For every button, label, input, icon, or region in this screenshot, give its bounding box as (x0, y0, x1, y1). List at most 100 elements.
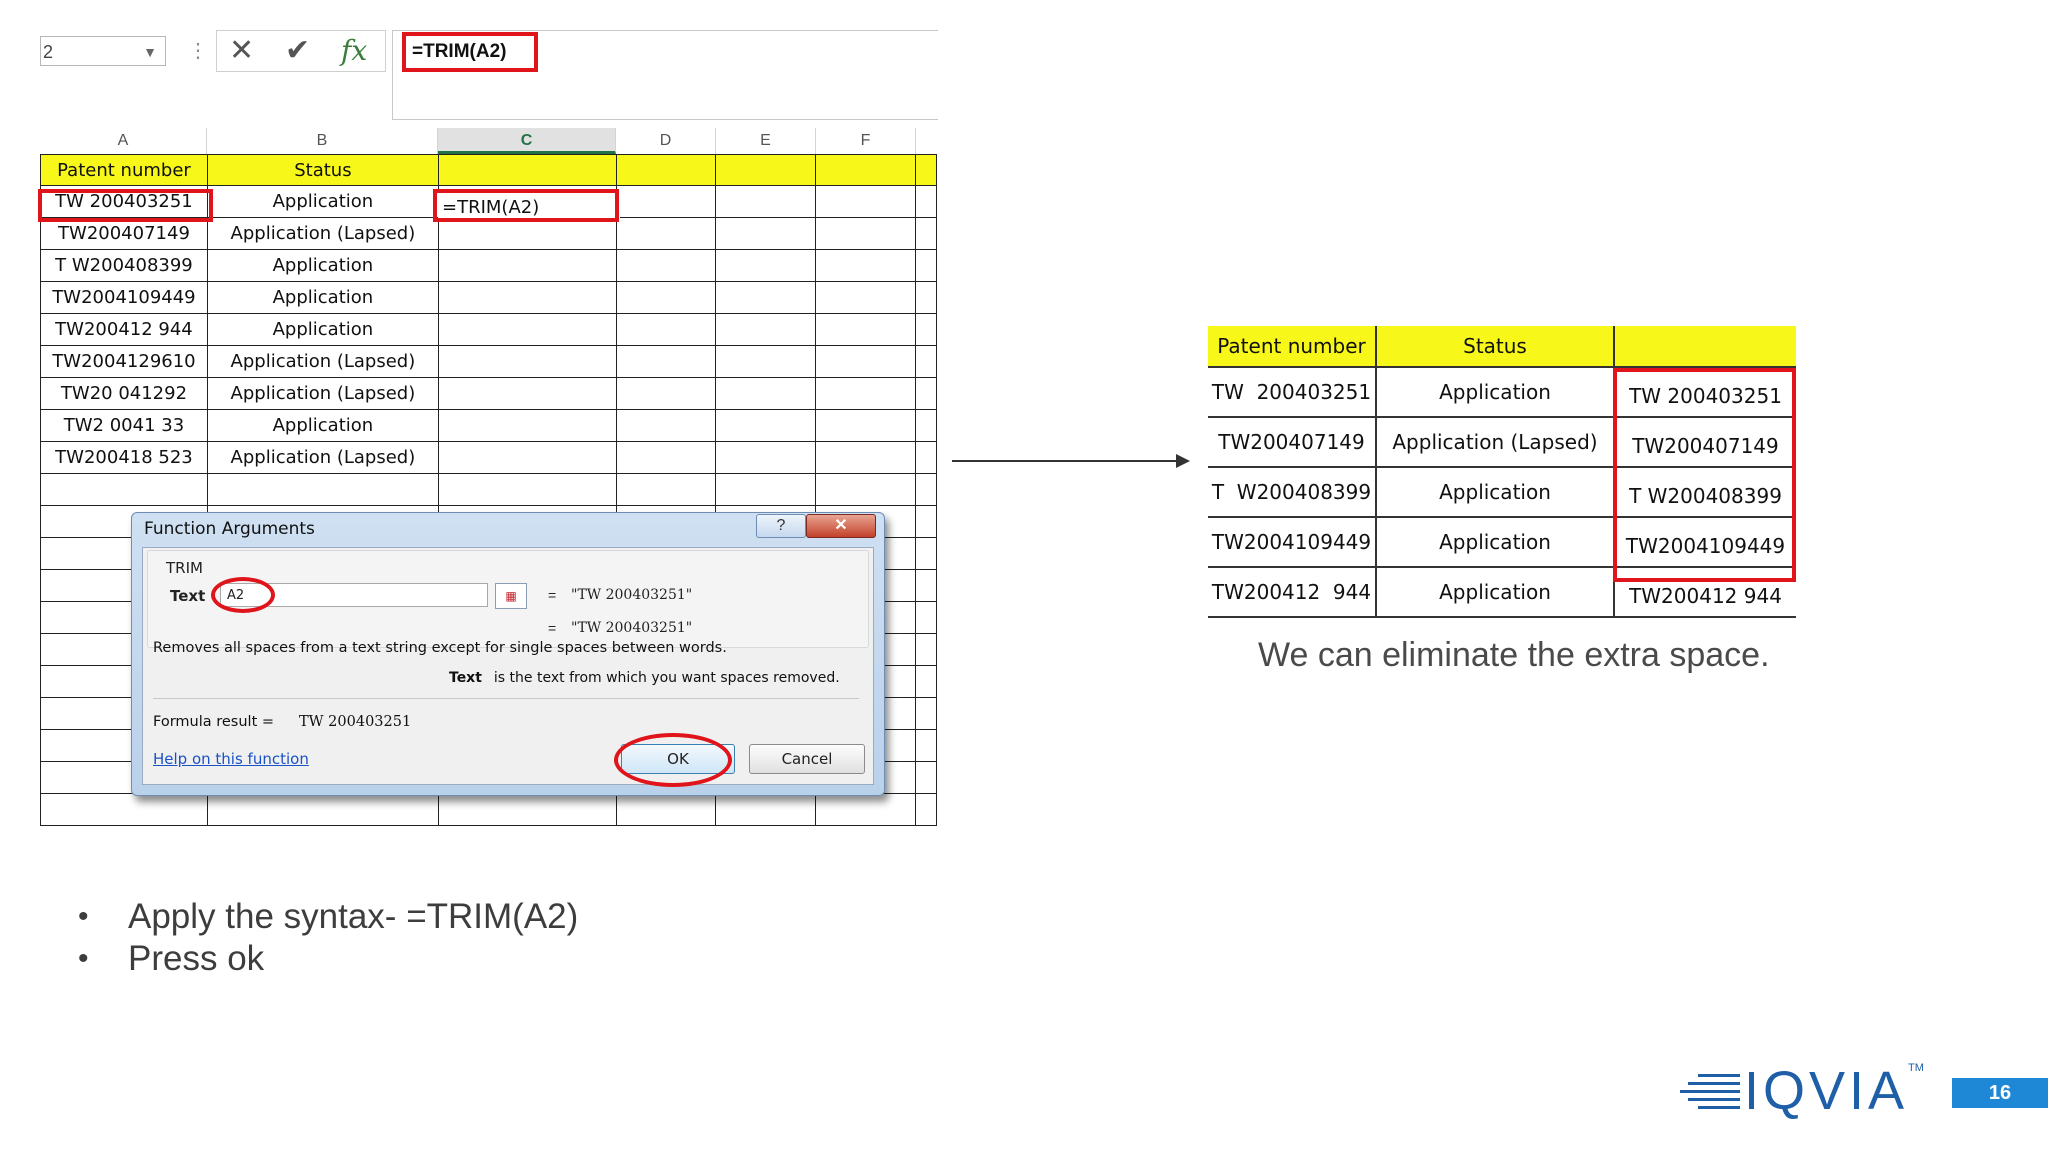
ok-button[interactable]: OK (621, 744, 735, 774)
cell[interactable] (914, 665, 938, 698)
column-header-a[interactable]: A (40, 128, 207, 154)
check-icon[interactable]: ✔ (285, 35, 310, 67)
cell[interactable] (715, 281, 817, 314)
cell[interactable] (914, 313, 938, 346)
patent-cell[interactable]: TW200407149 (40, 217, 208, 250)
cell[interactable] (815, 409, 916, 442)
cell[interactable] (715, 409, 817, 442)
cell[interactable] (437, 154, 617, 186)
status-cell[interactable]: Application (206, 409, 439, 442)
status-cell[interactable]: Application (Lapsed) (206, 441, 439, 474)
chevron-down-icon[interactable]: ▼ (143, 37, 157, 67)
fx-icon[interactable]: fx (341, 35, 367, 67)
status-cell[interactable]: Application (Lapsed) (206, 217, 439, 250)
cell[interactable] (615, 313, 717, 346)
patent-cell[interactable]: TW2 0041 33 (40, 409, 208, 442)
cell[interactable] (437, 281, 617, 314)
column-header-e[interactable]: E (716, 128, 816, 154)
cell[interactable] (437, 377, 617, 410)
cell[interactable] (815, 154, 916, 186)
cancel-button[interactable]: Cancel (749, 744, 865, 774)
cell[interactable] (715, 377, 817, 410)
cell[interactable] (615, 154, 717, 186)
cell[interactable] (615, 409, 717, 442)
cell[interactable] (615, 793, 717, 826)
patent-cell[interactable]: TW200412 944 (40, 313, 208, 346)
cell[interactable] (615, 441, 717, 474)
cell[interactable] (914, 793, 938, 826)
cell[interactable] (815, 217, 916, 250)
cell[interactable] (715, 793, 817, 826)
cell[interactable] (815, 345, 916, 378)
cell[interactable] (615, 249, 717, 282)
column-header-c[interactable]: C (438, 128, 616, 154)
patent-cell[interactable]: T W200408399 (40, 249, 208, 282)
cell[interactable] (815, 185, 916, 218)
cell[interactable] (615, 281, 717, 314)
cell[interactable] (914, 377, 938, 410)
drag-handle-icon[interactable]: ⋮ (188, 38, 208, 63)
patent-cell[interactable]: TW 200403251 (40, 185, 208, 218)
cell[interactable] (914, 729, 938, 762)
patent-cell[interactable]: TW2004109449 (40, 281, 208, 314)
status-cell[interactable]: Application (206, 313, 439, 346)
cell[interactable] (715, 154, 817, 186)
status-cell[interactable]: Application (Lapsed) (206, 345, 439, 378)
cell[interactable] (715, 185, 817, 218)
cell[interactable] (914, 345, 938, 378)
cell[interactable] (914, 601, 938, 634)
cell[interactable] (914, 185, 938, 218)
cell[interactable] (615, 473, 717, 506)
close-icon[interactable]: ✕ (229, 35, 254, 67)
cell[interactable] (914, 441, 938, 474)
cell[interactable] (815, 377, 916, 410)
column-header-b[interactable]: B (207, 128, 438, 154)
cell[interactable] (40, 473, 208, 506)
text-argument-input[interactable]: A2 (220, 583, 488, 607)
cell[interactable] (914, 537, 938, 570)
active-cell-c2[interactable]: =TRIM(A2) (438, 190, 620, 222)
header-status[interactable]: Status (206, 154, 439, 186)
cell[interactable] (815, 313, 916, 346)
cell[interactable] (914, 154, 938, 186)
cell[interactable] (914, 633, 938, 666)
cell[interactable] (437, 441, 617, 474)
status-cell[interactable]: Application (Lapsed) (206, 377, 439, 410)
cell[interactable] (615, 377, 717, 410)
cell[interactable] (437, 345, 617, 378)
cell[interactable] (815, 441, 916, 474)
cell[interactable] (715, 441, 817, 474)
help-icon[interactable]: ? (756, 514, 806, 538)
cell[interactable] (914, 569, 938, 602)
cell[interactable] (914, 473, 938, 506)
header-patent-number[interactable]: Patent number (40, 154, 208, 186)
cell[interactable] (914, 409, 938, 442)
cell[interactable] (437, 249, 617, 282)
cell[interactable] (40, 793, 208, 826)
status-cell[interactable]: Application (206, 185, 439, 218)
cell[interactable] (615, 345, 717, 378)
cell[interactable] (815, 793, 916, 826)
formula-input[interactable]: =TRIM(A2) (402, 32, 538, 72)
cell[interactable] (437, 793, 617, 826)
cell[interactable] (715, 473, 817, 506)
cell[interactable] (815, 473, 916, 506)
cell[interactable] (615, 185, 717, 218)
cell[interactable] (437, 313, 617, 346)
patent-cell[interactable]: TW200418 523 (40, 441, 208, 474)
status-cell[interactable]: Application (206, 249, 439, 282)
cell[interactable] (206, 793, 439, 826)
cell[interactable] (437, 217, 617, 250)
cell[interactable] (715, 249, 817, 282)
cell[interactable] (715, 313, 817, 346)
cell[interactable] (206, 473, 439, 506)
cell[interactable] (914, 281, 938, 314)
patent-cell[interactable]: TW20 041292 (40, 377, 208, 410)
help-on-function-link[interactable]: Help on this function (153, 750, 309, 768)
name-box[interactable]: 2 ▼ (40, 36, 166, 66)
close-icon[interactable]: ✕ (806, 514, 876, 538)
column-header-f[interactable]: F (816, 128, 916, 154)
cell[interactable] (914, 505, 938, 538)
cell[interactable] (914, 217, 938, 250)
cell[interactable] (815, 249, 916, 282)
